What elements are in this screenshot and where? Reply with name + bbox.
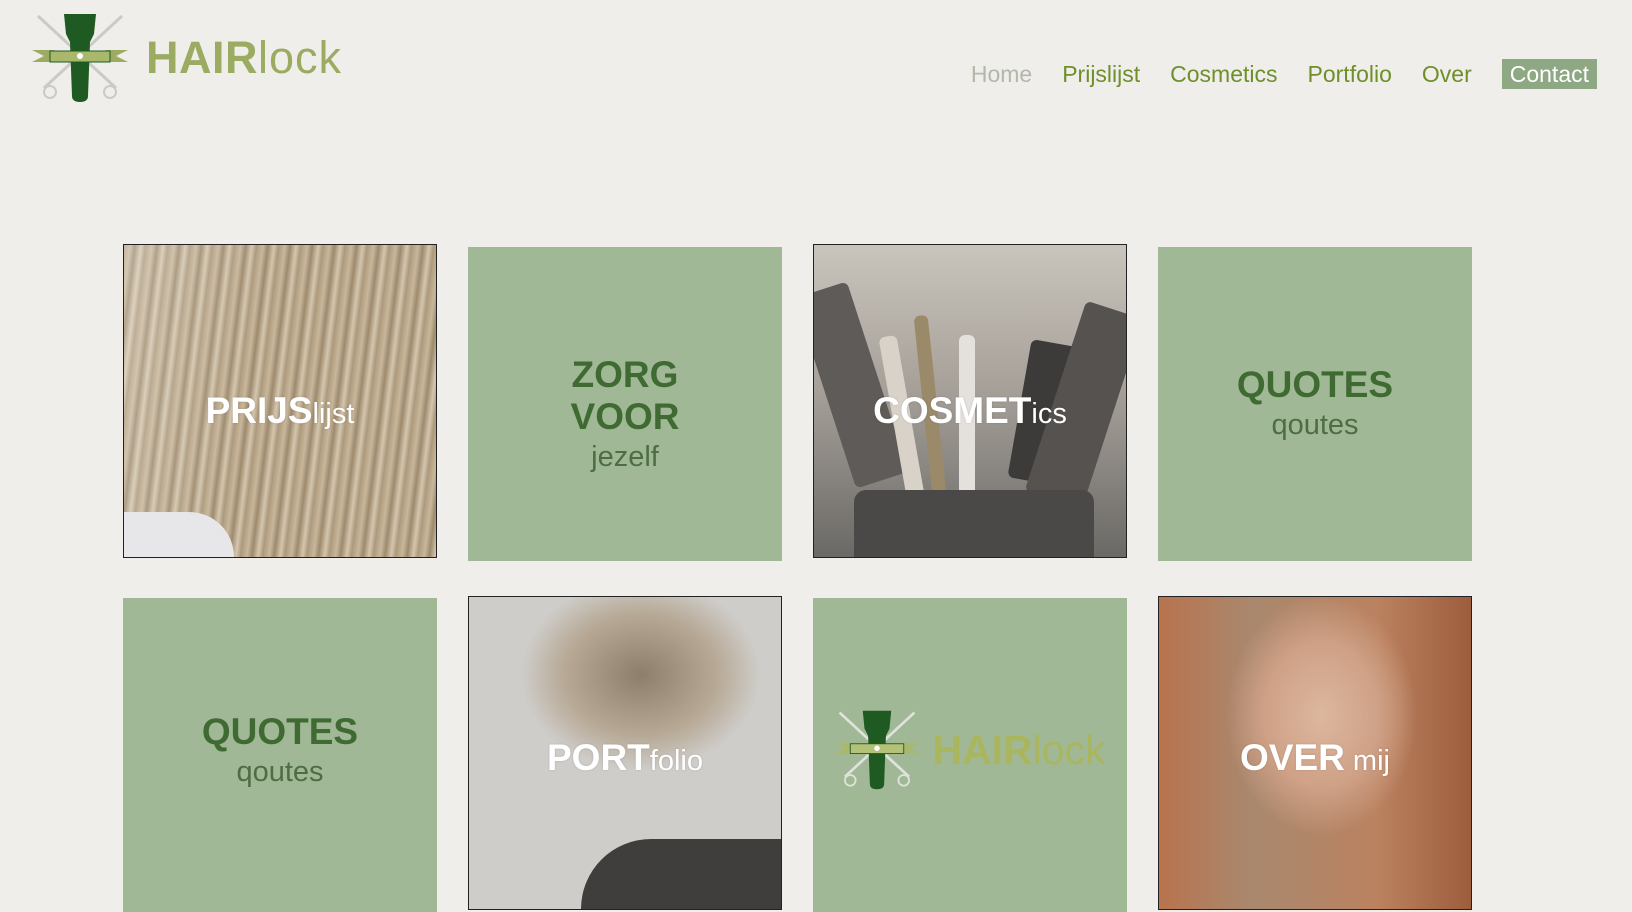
tile-zorg-small: jezelf bbox=[591, 441, 659, 473]
tile-over-small: mij bbox=[1344, 745, 1390, 777]
tile-logo-content: HAIRlock bbox=[834, 709, 1106, 791]
nav-contact-button[interactable]: Contact bbox=[1501, 59, 1597, 89]
tile-zorg-line2: VOOR bbox=[570, 396, 680, 437]
tile-portfolio-small: folio bbox=[649, 745, 703, 777]
tile-over-mij[interactable]: OVER mij bbox=[1158, 596, 1472, 910]
main-nav: Home Prijslijst Cosmetics Portfolio Over… bbox=[941, 59, 1597, 89]
tile-logo-wordmark: HAIRlock bbox=[932, 727, 1105, 774]
logo-word-bold: HAIR bbox=[146, 32, 258, 83]
tile-prijslijst[interactable]: PRIJSlijst bbox=[123, 244, 437, 558]
tile-prijslijst-label: PRIJSlijst bbox=[206, 390, 355, 432]
tile-cosmetics-label: COSMETics bbox=[873, 390, 1067, 432]
nav-portfolio[interactable]: Portfolio bbox=[1308, 59, 1392, 89]
scissors-comb-logo-icon bbox=[32, 13, 128, 102]
tile-portfolio-label: PORTfolio bbox=[547, 737, 703, 779]
tile-cosmetics[interactable]: COSMETics bbox=[813, 244, 1127, 558]
tile-quotes-2-text: QUOTES qoutes bbox=[202, 711, 358, 791]
tile-over-big: OVER bbox=[1240, 737, 1345, 778]
tile-cosmetics-small: ics bbox=[1031, 398, 1067, 430]
tile-quotes-1[interactable]: QUOTES qoutes bbox=[1158, 247, 1472, 561]
nav-over[interactable]: Over bbox=[1422, 59, 1472, 89]
tile-over-label: OVER mij bbox=[1240, 737, 1390, 779]
tile-portfolio[interactable]: PORTfolio bbox=[468, 596, 782, 910]
tile-quotes-1-text: QUOTES qoutes bbox=[1237, 364, 1393, 444]
tile-quotes-1-big: QUOTES bbox=[1236, 364, 1394, 405]
tile-logo-word-bold: HAIR bbox=[932, 726, 1033, 773]
tile-quotes-2-small: qoutes bbox=[236, 756, 324, 788]
tile-logo-word-light: lock bbox=[1032, 726, 1106, 773]
tile-zorg-line1: ZORG bbox=[571, 354, 679, 395]
nav-prijslijst[interactable]: Prijslijst bbox=[1062, 59, 1140, 89]
logo-word-light: lock bbox=[258, 32, 343, 83]
nav-home[interactable]: Home bbox=[971, 59, 1032, 89]
tile-quotes-2[interactable]: QUOTES qoutes bbox=[123, 598, 437, 912]
scissors-comb-logo-icon bbox=[834, 710, 921, 790]
site-logo[interactable]: HAIRlock bbox=[32, 10, 362, 105]
tile-quotes-2-big: QUOTES bbox=[201, 711, 359, 752]
tile-logo[interactable]: HAIRlock bbox=[813, 598, 1127, 912]
tile-zorg-text: ZORG VOOR jezelf bbox=[571, 354, 680, 476]
tile-quotes-1-small: qoutes bbox=[1271, 409, 1359, 441]
tile-prijslijst-small: lijst bbox=[312, 398, 355, 430]
tile-zorg-voor-jezelf[interactable]: ZORG VOOR jezelf bbox=[468, 247, 782, 561]
tile-prijslijst-big: PRIJS bbox=[205, 390, 313, 431]
tile-cosmetics-big: COSMET bbox=[873, 390, 1032, 431]
nav-cosmetics[interactable]: Cosmetics bbox=[1170, 59, 1277, 89]
tile-portfolio-big: PORT bbox=[547, 737, 650, 778]
logo-wordmark: HAIRlock bbox=[146, 35, 342, 80]
